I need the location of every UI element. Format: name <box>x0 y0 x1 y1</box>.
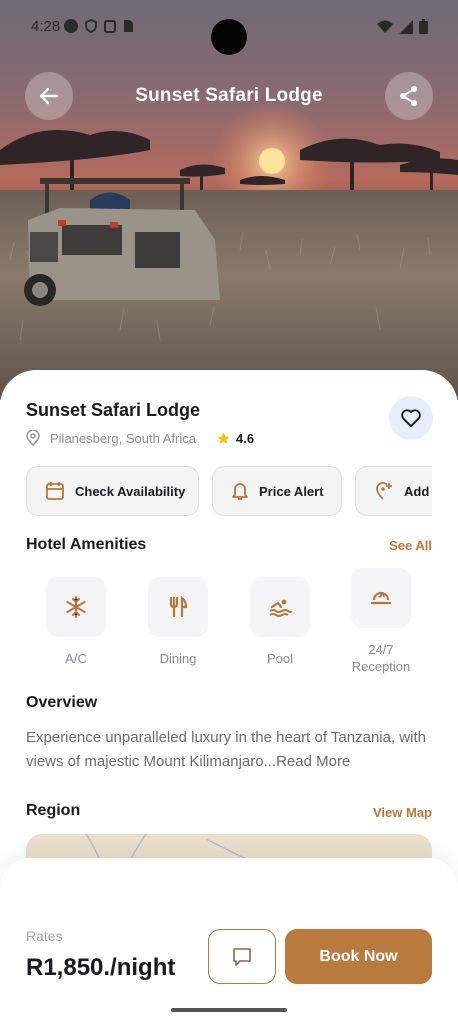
check-availability-button[interactable]: Check Availability <box>26 466 199 516</box>
location-row: Pilanesberg, South Africa 4.6 <box>26 430 254 446</box>
message-button[interactable] <box>208 929 276 984</box>
amenity-label: Dining <box>159 651 197 666</box>
sd-card-icon <box>124 20 133 32</box>
home-indicator <box>171 1008 287 1012</box>
shield-icon <box>85 19 97 33</box>
check-availability-label: Check Availability <box>75 483 186 499</box>
calendar-icon <box>46 482 64 500</box>
price: R1,850./night <box>26 954 176 981</box>
add-to-label: Add to <box>404 483 432 499</box>
snowflake-icon <box>66 596 86 618</box>
action-chips: Check Availability Price Alert Add to <box>26 466 432 518</box>
wifi-icon <box>377 20 393 33</box>
battery-icon <box>419 19 428 34</box>
amenity-ac[interactable]: A/C <box>36 577 116 667</box>
amenity-dining[interactable]: Dining <box>138 577 218 667</box>
overview-text: Experience unparalleled luxury in the he… <box>26 729 426 770</box>
chat-icon <box>233 947 251 966</box>
hotel-location: Pilanesberg, South Africa <box>50 430 196 446</box>
price-alert-label: Price Alert <box>259 483 324 499</box>
app-notification-icon <box>104 19 116 33</box>
rating-value: 4.6 <box>235 430 255 446</box>
notification-dot-icon <box>64 19 78 33</box>
hero-image: 4:28 Sunset Safari Lodge <box>0 0 458 400</box>
status-bar: 4:28 <box>0 0 458 56</box>
share-icon <box>400 86 417 106</box>
amenity-label: Pool <box>266 651 294 666</box>
view-map-link[interactable]: View Map <box>373 805 432 820</box>
see-all-link[interactable]: See All <box>389 538 432 553</box>
location-plus-icon <box>376 482 392 500</box>
book-now-button[interactable]: Book Now <box>285 929 432 984</box>
front-camera <box>211 19 247 55</box>
heart-icon <box>401 409 421 428</box>
amenity-label: 24/7 Reception <box>351 642 411 674</box>
amenities-title: Hotel Amenities <box>26 536 147 553</box>
safari-sunset-photo <box>0 0 458 400</box>
hotel-name: Sunset Safari Lodge <box>26 400 201 420</box>
price-alert-button[interactable]: Price Alert <box>212 466 342 516</box>
fork-knife-icon <box>169 595 188 618</box>
amenity-label: A/C <box>65 651 87 666</box>
rating: 4.6 <box>216 431 254 446</box>
bell-icon <box>232 483 248 500</box>
star-icon <box>217 431 230 444</box>
swimmer-icon <box>269 599 292 617</box>
booking-bar: Rates R1,850./night Book Now <box>0 858 458 1024</box>
amenity-reception[interactable]: 24/7 Reception <box>341 568 421 675</box>
status-time: 4:28 <box>31 18 61 35</box>
region-title: Region <box>26 802 81 819</box>
reception-icon <box>370 591 392 605</box>
map-pin-icon <box>26 430 40 446</box>
overview-title: Overview <box>26 694 98 711</box>
rates-label: Rates <box>26 928 63 944</box>
add-to-button[interactable]: Add to <box>355 466 432 516</box>
signal-icon <box>399 19 413 34</box>
share-button[interactable] <box>385 72 433 120</box>
amenity-pool[interactable]: Pool <box>240 577 320 667</box>
favorite-button[interactable] <box>389 396 433 440</box>
